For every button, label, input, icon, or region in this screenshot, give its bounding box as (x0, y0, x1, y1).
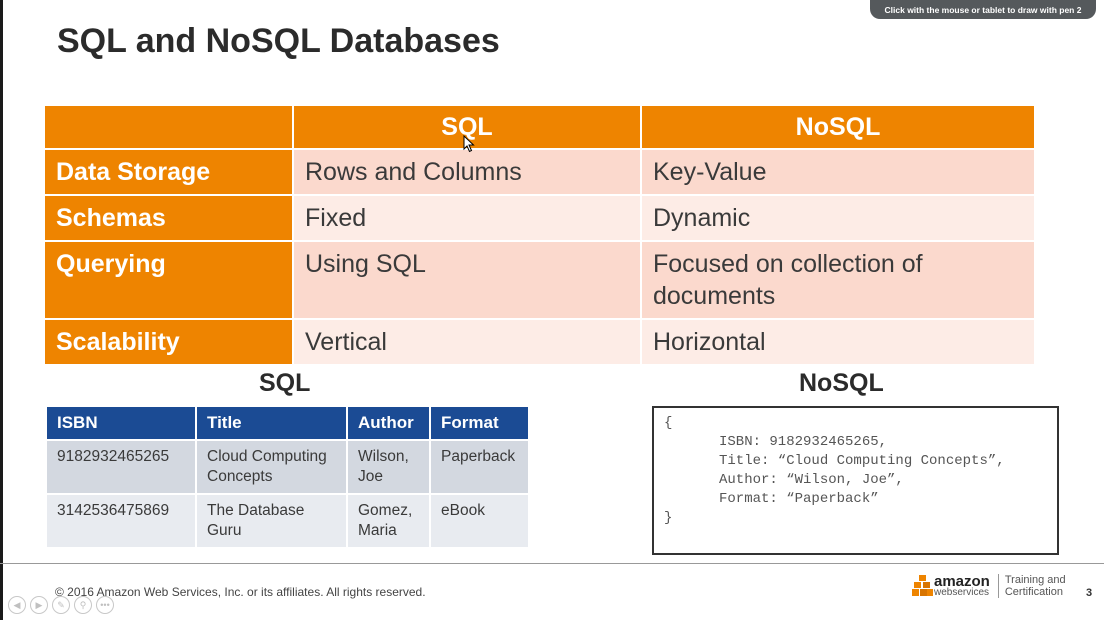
nosql-cell: Key-Value (642, 150, 1034, 196)
column-header-author: Author (346, 405, 431, 441)
nosql-example-heading: NoSQL (799, 369, 884, 397)
table-cell: The Database Guru (195, 493, 348, 549)
comparison-table: SQL NoSQL Data Storage Rows and Columns … (45, 106, 1034, 366)
sql-cell: Vertical (294, 320, 642, 366)
table-cell: Cloud Computing Concepts (195, 439, 348, 495)
nosql-cell: Horizontal (642, 320, 1034, 366)
next-icon[interactable]: ▶ (30, 596, 48, 614)
table-cell: eBook (429, 493, 530, 549)
column-header-title: Title (195, 405, 348, 441)
aws-tag-line-1: Training and (1004, 574, 1066, 586)
aws-word: amazon (934, 572, 990, 590)
row-label-scalability: Scalability (45, 320, 294, 366)
comparison-header-row: SQL NoSQL (45, 106, 1034, 150)
nosql-cell: Focused on collection of documents (642, 242, 1034, 320)
aws-wordmark: amazon webservices (934, 572, 990, 598)
page-number: 3 (1086, 587, 1093, 599)
comparison-row: Scalability Vertical Horizontal (45, 320, 1034, 366)
document-close-brace: } (664, 510, 673, 526)
mouse-cursor-icon (463, 135, 475, 153)
sql-example-heading: SQL (259, 369, 311, 397)
window-edge (0, 0, 3, 620)
table-cell: Wilson, Joe (346, 439, 431, 495)
document-field-line: ISBN: 9182932465265, (719, 434, 888, 450)
document-field-line: Format: “Paperback” (719, 491, 879, 507)
row-label-data-storage: Data Storage (45, 150, 294, 196)
slide-title: SQL and NoSQL Databases (57, 22, 500, 60)
column-header-format: Format (429, 405, 530, 441)
more-icon[interactable]: ••• (96, 596, 114, 614)
slideshow-controls: ◀ ▶ ✎ ⚲ ••• (8, 596, 114, 614)
table-cell: Gomez, Maria (346, 493, 431, 549)
row-label-schemas: Schemas (45, 196, 294, 242)
aws-boxes-icon (912, 575, 933, 596)
zoom-icon[interactable]: ⚲ (74, 596, 92, 614)
sql-cell: Using SQL (294, 242, 642, 320)
row-label-querying: Querying (45, 242, 294, 320)
nosql-cell: Dynamic (642, 196, 1034, 242)
document-open-brace: { (664, 415, 673, 431)
aws-tagline: Training and Certification (997, 574, 1066, 598)
prev-icon[interactable]: ◀ (8, 596, 26, 614)
comparison-row: Querying Using SQL Focused on collection… (45, 242, 1034, 320)
sql-example-table: ISBN Title Author Format 9182932465265 C… (45, 405, 530, 549)
column-header-isbn: ISBN (45, 405, 197, 441)
table-row: 3142536475869 The Database Guru Gomez, M… (45, 493, 530, 549)
comparison-header-corner (45, 106, 294, 150)
comparison-row: Schemas Fixed Dynamic (45, 196, 1034, 242)
table-cell: 3142536475869 (45, 493, 197, 549)
aws-training-logo: amazon webservices Training and Certific… (912, 574, 1066, 598)
document-field-line: Title: “Cloud Computing Concepts”, (719, 453, 1005, 469)
sql-cell: Fixed (294, 196, 642, 242)
table-row: 9182932465265 Cloud Computing Concepts W… (45, 439, 530, 495)
footer-divider (0, 563, 1104, 564)
table-cell: 9182932465265 (45, 439, 197, 495)
aws-sub: webservices (934, 586, 990, 598)
sql-cell: Rows and Columns (294, 150, 642, 196)
pen-hint-banner: Click with the mouse or tablet to draw w… (870, 0, 1096, 19)
comparison-header-nosql: NoSQL (642, 106, 1034, 150)
nosql-document-box: { ISBN: 9182932465265, Title: “Cloud Com… (652, 406, 1059, 555)
sql-table-header-row: ISBN Title Author Format (45, 405, 530, 441)
comparison-row: Data Storage Rows and Columns Key-Value (45, 150, 1034, 196)
pen-icon[interactable]: ✎ (52, 596, 70, 614)
table-cell: Paperback (429, 439, 530, 495)
aws-tag-line-2: Certification (1004, 586, 1063, 598)
document-field-line: Author: “Wilson, Joe”, (719, 472, 904, 488)
